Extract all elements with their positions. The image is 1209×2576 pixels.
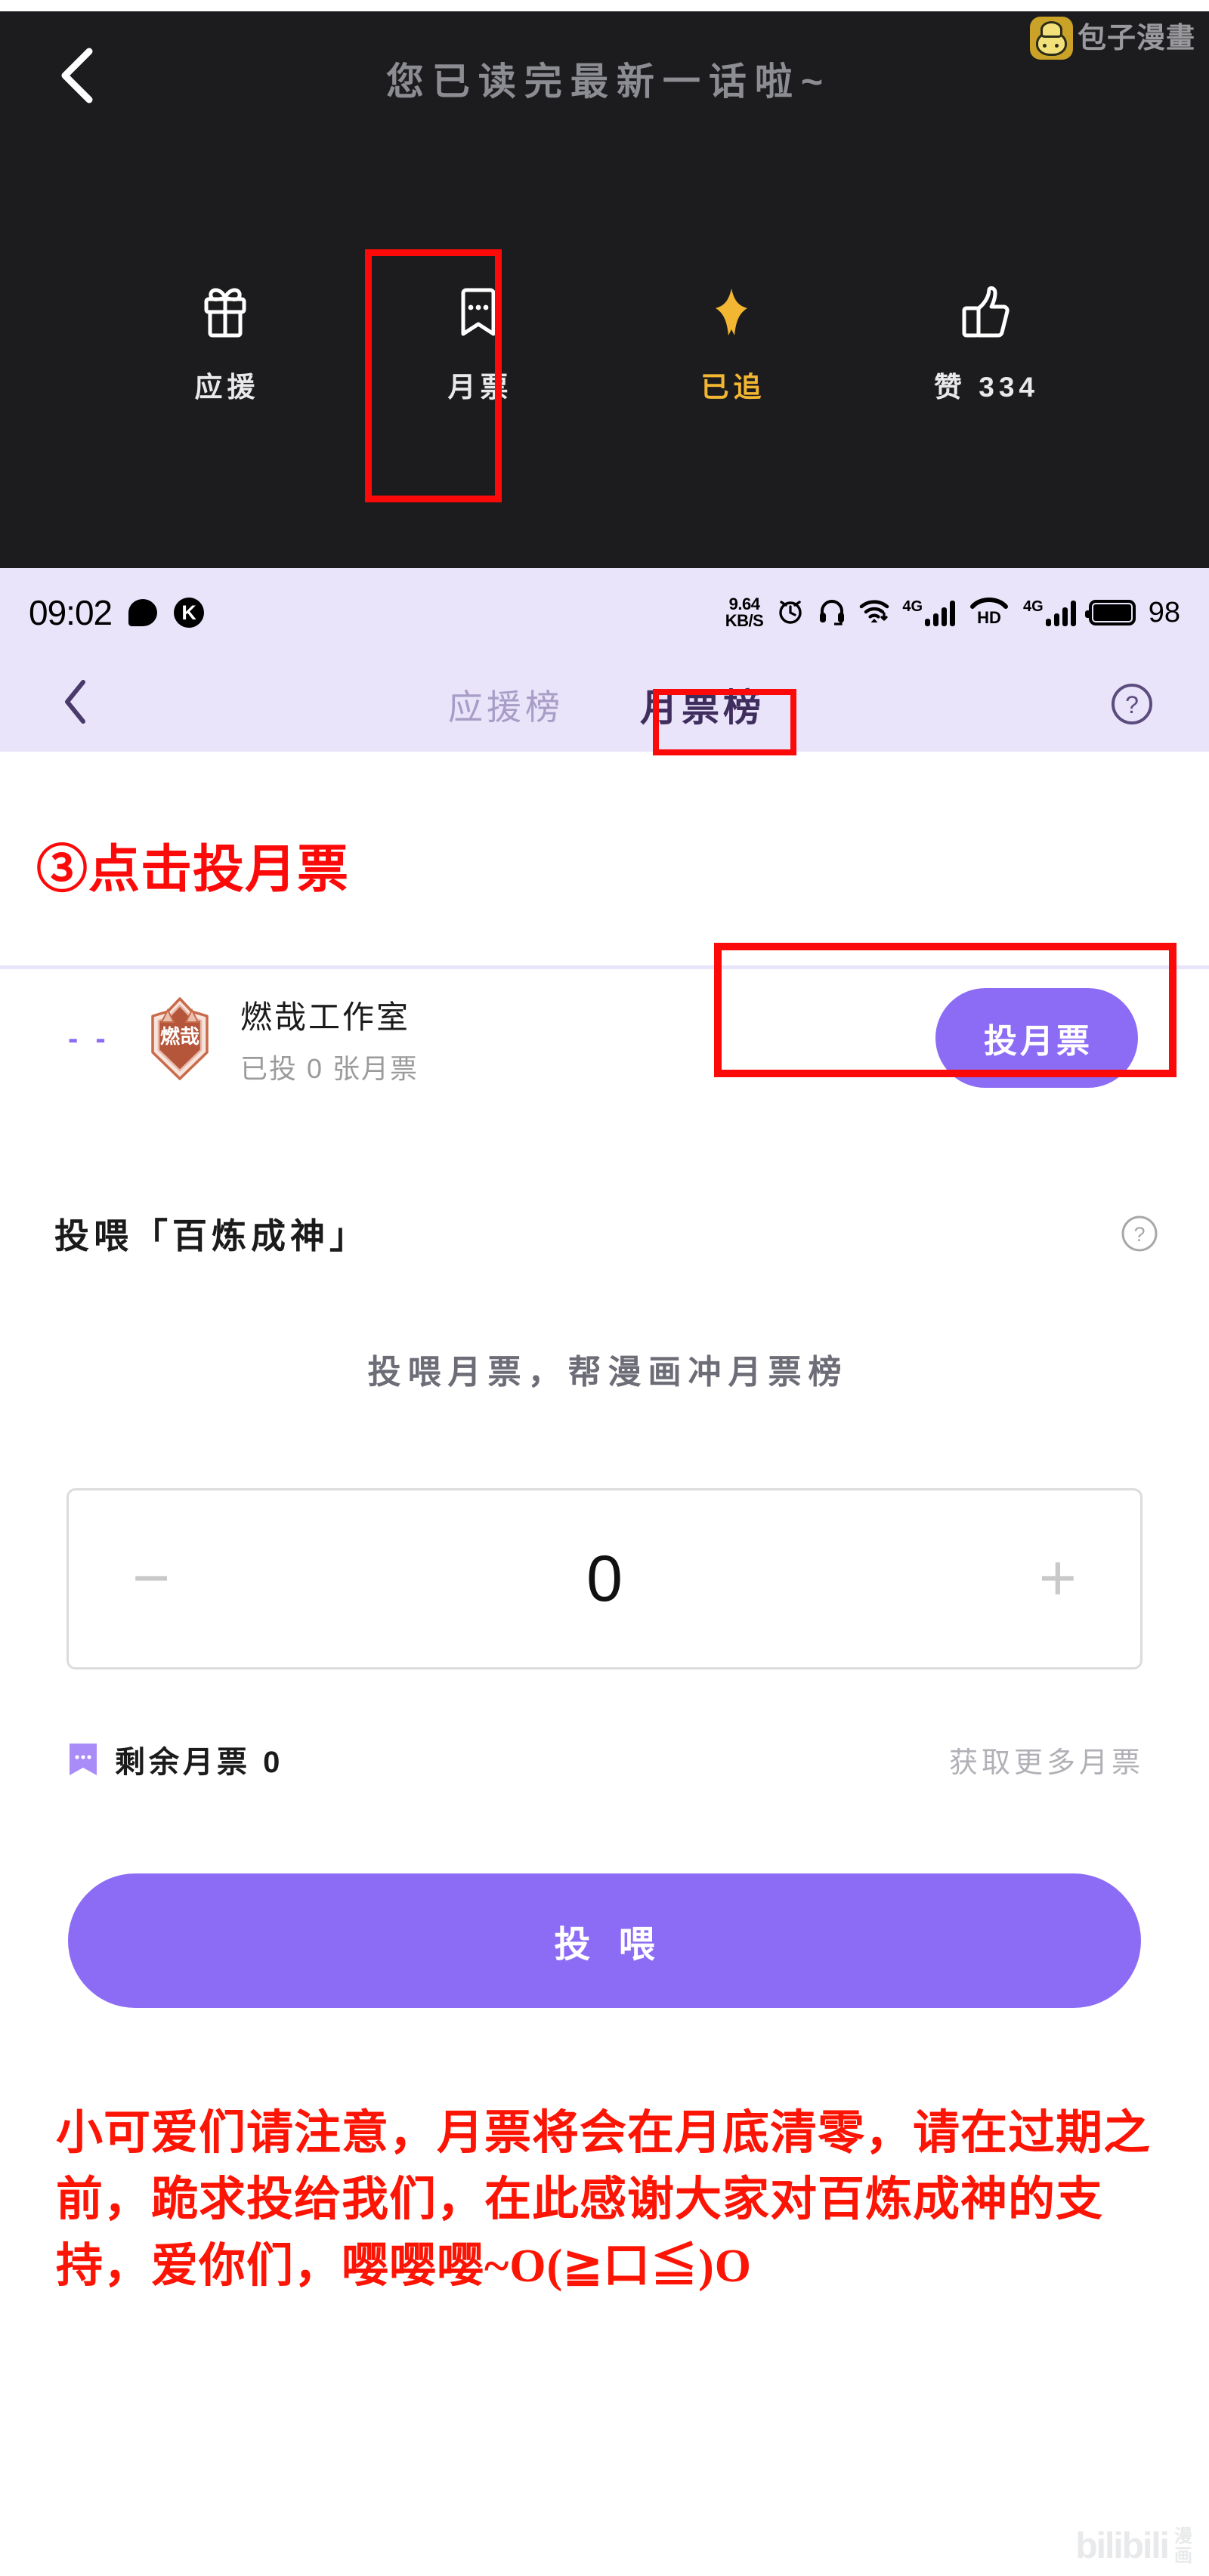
action-label: 已追 — [700, 372, 766, 403]
stepper-value[interactable]: 0 — [586, 1542, 623, 1617]
feed-submit-button[interactable]: 投 喂 — [68, 1873, 1141, 2008]
status-time: 09:02 — [29, 593, 113, 632]
battery-icon — [1084, 600, 1136, 625]
baozi-bun-icon — [1029, 17, 1073, 60]
studio-name: 燃哉工作室 — [240, 999, 411, 1035]
vote-monthly-ticket-button[interactable]: 投月票 — [935, 988, 1138, 1088]
help-circle-icon[interactable]: ? — [1109, 681, 1155, 727]
remaining-tickets-label: 剩余月票 0 — [115, 1746, 284, 1779]
sim1-label: 4G — [902, 598, 923, 615]
sim2-signal-icon: 4G — [1023, 599, 1076, 626]
feed-title: 投喂「百炼成神」 — [54, 1216, 369, 1256]
thumbsup-icon — [954, 280, 1016, 344]
stepper-decrement-button[interactable]: − — [132, 1546, 170, 1611]
watermark-manhua-text: 漫 画 — [1174, 2527, 1192, 2565]
watermark-manhua-line2: 画 — [1174, 2545, 1192, 2566]
reader-action-row: 应援 月票 已追 赞 334 — [0, 280, 1209, 405]
svg-text:?: ? — [1125, 691, 1139, 718]
studio-shield-badge-icon[interactable]: 燃哉 — [141, 996, 219, 1081]
ticket-icon — [447, 280, 509, 344]
svg-text:燃哉: 燃哉 — [160, 1025, 199, 1048]
tab-monthly-ticket-rank[interactable]: 月票榜 — [636, 678, 765, 732]
action-followed[interactable]: 已追 — [604, 280, 858, 405]
remaining-tickets-row: 剩余月票 0 获取更多月票 — [0, 1737, 1209, 1781]
ticket-icon — [66, 1740, 100, 1778]
get-more-tickets-link[interactable]: 获取更多月票 — [949, 1739, 1144, 1781]
watermark-manhua-line1: 漫 — [1174, 2526, 1192, 2547]
reader-finished-text: 您已读完最新一话啦~ — [385, 60, 832, 103]
svg-text:HD: HD — [977, 608, 1001, 626]
studio-rank-row: - - 燃哉 燃哉工作室 已投 0 张月票 投月票 — [0, 974, 1209, 1103]
screenshot-root: 您已读完最新一话啦~ 包子漫畫 应援 月票 已追 赞 334 09:02 K 9… — [0, 0, 1209, 2576]
brand-name: 包子漫畫 — [1077, 22, 1195, 54]
star-icon — [700, 280, 762, 344]
studio-rank: - - — [68, 1021, 110, 1055]
help-circle-icon[interactable]: ? — [1120, 1214, 1159, 1253]
status-bar-right: 9.64 KB/S 4G HD 4G 98 — [725, 596, 1180, 630]
watermark-bilibili-text: bilibili — [1075, 2526, 1170, 2566]
gift-icon — [194, 280, 256, 344]
brand-logo: 包子漫畫 — [1029, 17, 1195, 60]
stepper-increment-button[interactable]: + — [1039, 1546, 1077, 1611]
action-label: 应援 — [194, 372, 260, 403]
top-white-strip — [0, 0, 1209, 11]
monthly-ticket-notice: 小可爱们请注意，月票将会在月底清零，请在过期之前，跪求投给我们，在此感谢大家对百… — [56, 2108, 1152, 2293]
wifi-download-icon — [859, 597, 889, 629]
network-speed-value: 9.64 — [728, 595, 760, 614]
k-badge-icon: K — [174, 598, 205, 628]
svg-text:?: ? — [1133, 1223, 1145, 1246]
network-speed: 9.64 KB/S — [725, 596, 764, 629]
headset-icon — [818, 597, 846, 629]
network-speed-unit: KB/S — [725, 611, 764, 630]
sim1-signal-icon: 4G — [902, 598, 956, 626]
ranking-nav-bar: 应援榜 月票榜 ? — [0, 657, 1209, 752]
action-monthly-ticket[interactable]: 月票 — [351, 280, 604, 405]
status-bar-left: 09:02 K — [29, 592, 205, 633]
annotation-step-3: ③点击投月票 — [36, 841, 350, 898]
battery-level: 98 — [1148, 596, 1180, 629]
alarm-clock-icon — [776, 597, 805, 629]
sim2-label: 4G — [1023, 598, 1044, 615]
feed-subtitle: 投喂月票，帮漫画冲月票榜 — [367, 1354, 849, 1391]
ticket-quantity-stepper: − 0 + — [66, 1488, 1143, 1669]
ranking-tabs: 应援榜 月票榜 — [0, 657, 1209, 752]
section-divider — [0, 965, 1209, 969]
action-label: 月票 — [447, 372, 513, 403]
feed-title-row: 投喂「百炼成神」 ? — [0, 1209, 1209, 1259]
bilibili-watermark: bilibili 漫 画 — [1075, 2525, 1192, 2567]
action-support[interactable]: 应援 — [98, 280, 351, 405]
hd-call-icon: HD — [968, 596, 1010, 630]
action-like[interactable]: 赞 334 — [858, 280, 1111, 405]
system-status-bar: 09:02 K 9.64 KB/S 4G HD 4G 98 — [0, 568, 1209, 657]
reader-end-panel: 您已读完最新一话啦~ 包子漫畫 应援 月票 已追 赞 334 — [0, 0, 1209, 568]
action-label: 赞 334 — [933, 372, 1039, 403]
speech-bubble-icon — [128, 599, 158, 626]
studio-voted-count: 已投 0 张月票 — [240, 1052, 419, 1084]
tab-support-rank[interactable]: 应援榜 — [444, 680, 564, 730]
studio-info: 燃哉工作室 已投 0 张月票 — [240, 992, 419, 1086]
